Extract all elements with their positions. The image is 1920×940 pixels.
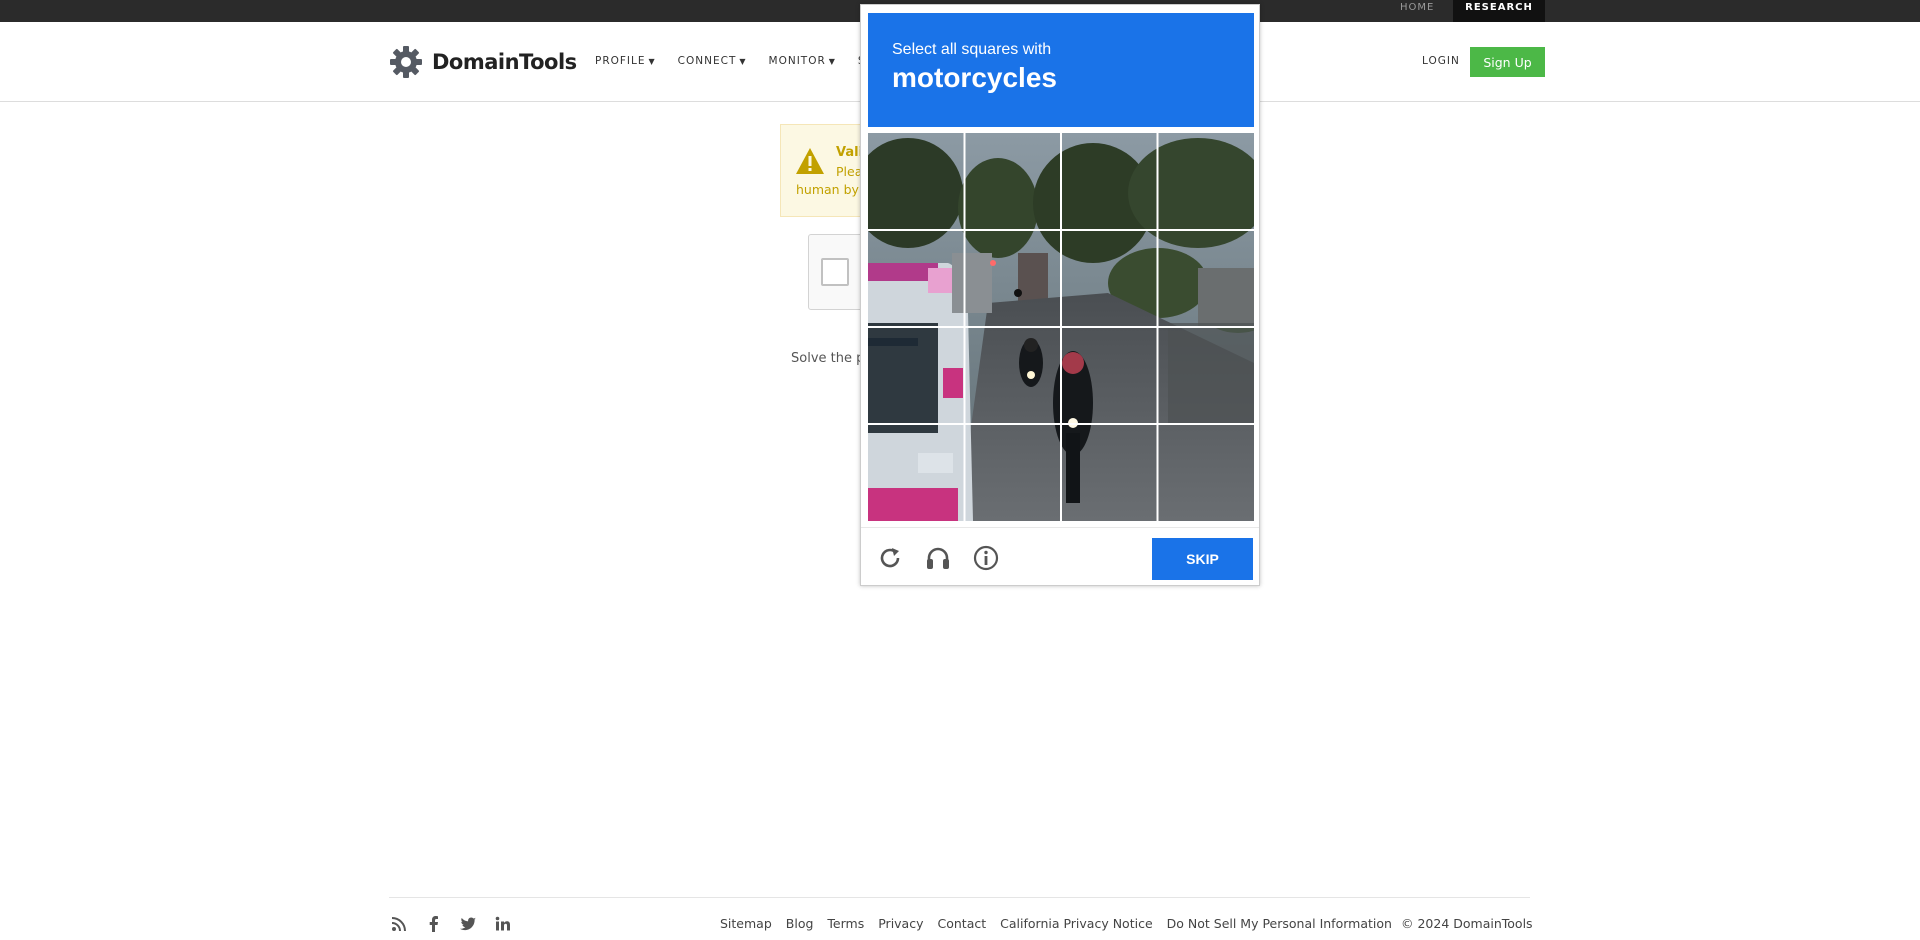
nav-connect[interactable]: CONNECT ▼ xyxy=(678,55,747,67)
challenge-instruction: Select all squares with xyxy=(892,41,1052,58)
footer-link-terms[interactable]: Terms xyxy=(827,916,864,931)
info-icon[interactable] xyxy=(972,544,1000,572)
footer-links: Sitemap Blog Terms Privacy Contact Calif… xyxy=(720,916,1406,931)
nav-monitor[interactable]: MONITOR ▼ xyxy=(769,55,836,67)
gear-logo-icon xyxy=(390,46,422,78)
footer-divider xyxy=(389,897,1530,898)
solve-instruction: Solve the p xyxy=(791,351,865,366)
nav-monitor-label: MONITOR xyxy=(768,55,826,67)
footer-link-contact[interactable]: Contact xyxy=(938,916,987,931)
footer-link-california-privacy[interactable]: California Privacy Notice xyxy=(1000,916,1153,931)
logo[interactable]: DomainTools xyxy=(389,44,577,80)
grid-tile[interactable] xyxy=(1062,231,1158,327)
grid-tile[interactable] xyxy=(1062,328,1158,424)
caret-down-icon: ▼ xyxy=(828,57,836,66)
grid-tile[interactable] xyxy=(868,231,964,327)
grid-tile[interactable] xyxy=(1158,231,1254,327)
caret-down-icon: ▼ xyxy=(739,57,747,66)
alert-message-2: human by xyxy=(796,182,859,197)
grid-tile[interactable] xyxy=(1062,133,1158,229)
grid-tile[interactable] xyxy=(1158,425,1254,521)
grid-tile[interactable] xyxy=(965,231,1061,327)
home-link[interactable]: HOME xyxy=(1400,0,1434,22)
logo-text: DomainTools xyxy=(432,50,577,74)
recaptcha-checkbox[interactable] xyxy=(821,258,849,286)
nav-profile-label: PROFILE xyxy=(595,55,646,67)
footer-link-blog[interactable]: Blog xyxy=(786,916,814,931)
image-grid xyxy=(868,133,1254,521)
login-link[interactable]: LOGIN xyxy=(1422,55,1460,67)
grid-tile[interactable] xyxy=(1158,328,1254,424)
grid-tile[interactable] xyxy=(868,133,964,229)
grid-tile[interactable] xyxy=(965,328,1061,424)
grid-tile[interactable] xyxy=(868,328,964,424)
challenge-target: motorcycles xyxy=(892,62,1057,93)
footer-link-sitemap[interactable]: Sitemap xyxy=(720,916,772,931)
grid-tile[interactable] xyxy=(1158,133,1254,229)
main-nav: PROFILE▼ CONNECT▼ MONITOR▼ S xyxy=(595,55,888,67)
challenge-header: Select all squares with motorcycles xyxy=(868,13,1254,127)
reload-icon[interactable] xyxy=(876,544,904,572)
alert-title: Vali xyxy=(836,145,864,160)
copyright: © 2024 DomainTools xyxy=(1401,916,1533,931)
nav-profile[interactable]: PROFILE ▼ xyxy=(595,55,656,67)
challenge-footer: SKIP xyxy=(861,527,1259,585)
audio-icon[interactable] xyxy=(924,544,952,572)
grid-tile[interactable] xyxy=(1062,425,1158,521)
facebook-icon[interactable] xyxy=(425,915,443,933)
grid-tile[interactable] xyxy=(868,425,964,521)
captcha-challenge: Select all squares with motorcycles SKIP xyxy=(860,4,1260,586)
skip-button[interactable]: SKIP xyxy=(1152,538,1253,580)
nav-connect-label: CONNECT xyxy=(677,55,737,67)
research-link[interactable]: RESEARCH xyxy=(1453,0,1545,22)
signup-button[interactable]: Sign Up xyxy=(1470,47,1545,77)
warning-icon xyxy=(796,148,824,174)
grid-tile[interactable] xyxy=(965,133,1061,229)
alert-message: Plea xyxy=(836,164,863,179)
linkedin-icon[interactable] xyxy=(494,915,512,933)
footer-link-privacy[interactable]: Privacy xyxy=(878,916,923,931)
footer-link-do-not-sell[interactable]: Do Not Sell My Personal Information xyxy=(1167,916,1392,931)
grid-tile[interactable] xyxy=(965,425,1061,521)
rss-icon[interactable] xyxy=(390,915,408,933)
caret-down-icon: ▼ xyxy=(648,57,656,66)
twitter-icon[interactable] xyxy=(459,915,477,933)
